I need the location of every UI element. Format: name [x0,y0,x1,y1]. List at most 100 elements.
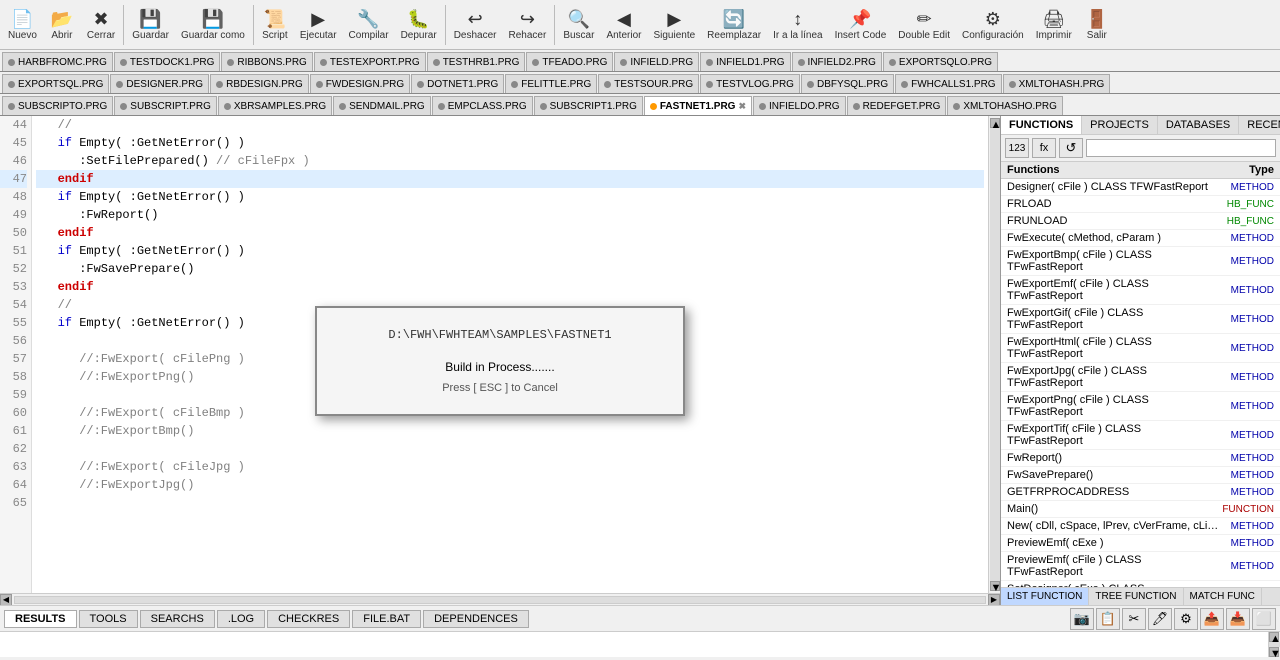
func-row-getfrprocaddress[interactable]: GETFRPROCADDRESS METHOD [1001,484,1280,501]
tab-testsour[interactable]: TESTSOUR.PRG [598,74,699,93]
toolbar-btn-script[interactable]: 📜 Script [256,6,294,44]
tab-xmltohasho[interactable]: XMLTOHASHO.PRG [947,96,1063,115]
func-row-fwexportjpg[interactable]: FwExportJpg( cFile ) CLASS TFwFastReport… [1001,363,1280,392]
tab-designer[interactable]: DESIGNER.PRG [110,74,209,93]
bottom-icon-upload[interactable]: 📤 [1200,608,1224,630]
tab-row-2: EXPORTSQL.PRG DESIGNER.PRG RBDESIGN.PRG … [0,72,1280,94]
toolbar-btn-reemplazar[interactable]: 🔄 Reemplazar [701,6,767,44]
toolbar-btn-salir[interactable]: 🚪 Salir [1078,6,1116,44]
tab-infieldo[interactable]: INFIELDO.PRG [753,96,846,115]
bottom-tab-results[interactable]: RESULTS [4,610,77,628]
tab-exportsql[interactable]: EXPORTSQL.PRG [2,74,109,93]
tab-fastnet1[interactable]: FASTNET1.PRG ✖ [644,96,752,115]
toolbar-btn-nuevo[interactable]: 📄 Nuevo [2,6,43,44]
right-bottom-tab-list[interactable]: LIST FUNCTION [1001,588,1089,605]
func-row-frunload[interactable]: FRUNLOAD HB_FUNC [1001,213,1280,230]
tab-subscript[interactable]: SUBSCRIPT.PRG [114,96,217,115]
bottom-tab-dependences[interactable]: DEPENDENCES [423,610,529,628]
bottom-icon-box[interactable]: ⬜ [1252,608,1276,630]
tab-fwhcalls1[interactable]: FWHCALLS1.PRG [895,74,1001,93]
toolbar-btn-ira-linea[interactable]: ↕ Ir a la línea [767,6,828,44]
bottom-icon-cut[interactable]: ✂ [1122,608,1146,630]
func-row-fwexporthtml[interactable]: FwExportHtml( cFile ) CLASS TFwFastRepor… [1001,334,1280,363]
results-panel: ▲ ▼ [0,631,1280,657]
tab-xbrsamples[interactable]: XBRSAMPLES.PRG [218,96,332,115]
toolbar-btn-deshacer[interactable]: ↩ Deshacer [448,6,503,44]
tab-redefget[interactable]: REDEFGET.PRG [847,96,947,115]
toolbar-btn-configuracion[interactable]: ⚙ Configuración [956,6,1030,44]
right-search-input[interactable] [1086,139,1276,157]
func-row-previewemf-exe[interactable]: PreviewEmf( cExe ) METHOD [1001,535,1280,552]
toolbar-btn-compilar[interactable]: 🔧 Compilar [343,6,395,44]
toolbar-btn-ejecutar[interactable]: ▶ Ejecutar [294,6,343,44]
toolbar-btn-siguiente[interactable]: ▶ Siguiente [647,6,701,44]
tab-infield1[interactable]: INFIELD1.PRG [700,52,790,71]
tab-sendmail[interactable]: SENDMAIL.PRG [333,96,431,115]
right-bottom-tab-match[interactable]: MATCH FUNC [1184,588,1262,605]
tab-felittle[interactable]: FELITTLE.PRG [505,74,597,93]
func-row-main[interactable]: Main() FUNCTION [1001,501,1280,518]
right-tab-functions[interactable]: FUNCTIONS [1001,116,1082,134]
tab-dotnet1[interactable]: DOTNET1.PRG [411,74,504,93]
func-row-fwexportbmp[interactable]: FwExportBmp( cFile ) CLASS TFwFastReport… [1001,247,1280,276]
right-bottom-tab-tree[interactable]: TREE FUNCTION [1089,588,1183,605]
func-row-designer[interactable]: Designer( cFile ) CLASS TFWFastReport ME… [1001,179,1280,196]
tab-xmltohash[interactable]: XMLTOHASH.PRG [1003,74,1111,93]
bottom-tab-tools[interactable]: TOOLS [79,610,138,628]
toolbar-btn-buscar[interactable]: 🔍 Buscar [557,6,600,44]
tab-fwdesign[interactable]: FWDESIGN.PRG [310,74,410,93]
toolbar-btn-imprimir[interactable]: 🖨 Imprimir [1030,6,1078,44]
func-row-fwreport[interactable]: FwReport() METHOD [1001,450,1280,467]
tab-rbdesign[interactable]: RBDESIGN.PRG [210,74,309,93]
func-row-fwexportgif[interactable]: FwExportGif( cFile ) CLASS TFwFastReport… [1001,305,1280,334]
func-row-fwexportpng[interactable]: FwExportPng( cFile ) CLASS TFwFastReport… [1001,392,1280,421]
bottom-icon-pen[interactable]: 🖊 [1148,608,1172,630]
tab-dbfysql[interactable]: DBFYSQL.PRG [801,74,894,93]
right-btn-fx[interactable]: fx [1032,138,1056,158]
tab-subscript1[interactable]: SUBSCRIPT1.PRG [534,96,643,115]
tab-tfeado[interactable]: TFEADO.PRG [526,52,613,71]
bottom-tab-log[interactable]: .LOG [217,610,265,628]
tab-exportsqlo[interactable]: EXPORTSQLO.PRG [883,52,998,71]
tab-infield2[interactable]: INFIELD2.PRG [792,52,882,71]
toolbar-btn-insert-code[interactable]: 📌 Insert Code [829,6,893,44]
toolbar-btn-double-edit[interactable]: ✏ Double Edit [892,6,956,44]
func-row-previewemf-file[interactable]: PreviewEmf( cFile ) CLASS TFwFastReport … [1001,552,1280,581]
tab-testdock1[interactable]: TESTDOCK1.PRG [114,52,220,71]
tab-testhrb1[interactable]: TESTHRB1.PRG [427,52,526,71]
bottom-icon-copy[interactable]: 📋 [1096,608,1120,630]
func-row-frload[interactable]: FRLOAD HB_FUNC [1001,196,1280,213]
func-row-new[interactable]: New( cDll, cSpace, lPrev, cVerFrame, cLi… [1001,518,1280,535]
bottom-icon-download[interactable]: 📥 [1226,608,1250,630]
right-tab-recents[interactable]: RECENTS [1239,116,1280,134]
tab-testexport[interactable]: TESTEXPORT.PRG [314,52,426,71]
tab-subscripto[interactable]: SUBSCRIPTO.PRG [2,96,113,115]
bottom-tab-filebat[interactable]: FILE.BAT [352,610,421,628]
toolbar-btn-abrir[interactable]: 📂 Abrir [43,6,81,44]
right-tab-projects[interactable]: PROJECTS [1082,116,1158,134]
right-btn-refresh[interactable]: ↺ [1059,138,1083,158]
func-row-fwexecute[interactable]: FwExecute( cMethod, cParam ) METHOD [1001,230,1280,247]
func-row-fwexportemf[interactable]: FwExportEmf( cFile ) CLASS TFwFastReport… [1001,276,1280,305]
results-vscroll[interactable]: ▲ ▼ [1268,632,1280,657]
tab-infield[interactable]: INFIELD.PRG [614,52,699,71]
bottom-icon-camera[interactable]: 📷 [1070,608,1094,630]
tab-empclass[interactable]: EMPCLASS.PRG [432,96,533,115]
toolbar-btn-depurar[interactable]: 🐛 Depurar [395,6,443,44]
toolbar-btn-cerrar[interactable]: ✖ Cerrar [81,6,121,44]
dialog-hint: Press [ ESC ] to Cancel [357,382,643,394]
bottom-tab-searchs[interactable]: SEARCHS [140,610,215,628]
toolbar-btn-anterior[interactable]: ◀ Anterior [600,6,647,44]
tab-ribbons[interactable]: RIBBONS.PRG [221,52,312,71]
tab-harbfromc[interactable]: HARBFROMC.PRG [2,52,113,71]
bottom-icon-settings[interactable]: ⚙ [1174,608,1198,630]
tab-testvlog[interactable]: TESTVLOG.PRG [700,74,800,93]
func-row-fwexporttif[interactable]: FwExportTif( cFile ) CLASS TFwFastReport… [1001,421,1280,450]
toolbar-btn-guardar[interactable]: 💾 Guardar [126,6,175,44]
right-btn-123[interactable]: 123 [1005,138,1029,158]
toolbar-btn-guardar-como[interactable]: 💾 Guardar como [175,6,251,44]
right-tab-databases[interactable]: DATABASES [1158,116,1239,134]
toolbar-btn-rehacer[interactable]: ↪ Rehacer [503,6,553,44]
func-row-fwsaveprepare[interactable]: FwSavePrepare() METHOD [1001,467,1280,484]
bottom-tab-checkres[interactable]: CHECKRES [267,610,350,628]
